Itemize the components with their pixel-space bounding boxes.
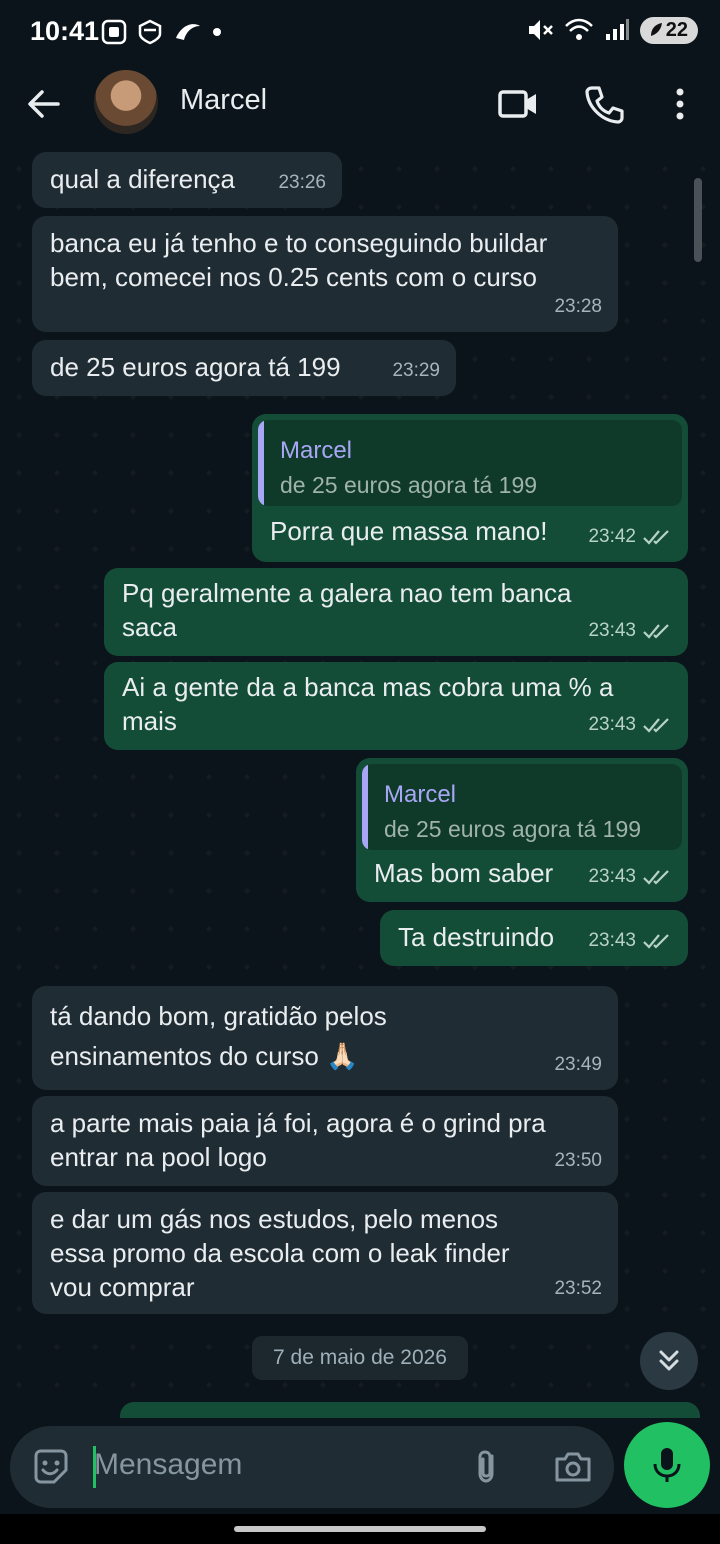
read-ticks-icon [643, 870, 669, 885]
message-time: 23:43 [588, 866, 636, 887]
chat-scrollbar[interactable] [694, 178, 702, 262]
quoted-text: de 25 euros agora tá 199 [280, 472, 538, 498]
moon-app-icon [176, 24, 200, 40]
home-gesture-handle[interactable] [234, 1526, 486, 1532]
video-call-icon[interactable] [496, 82, 540, 126]
message-outgoing-partial[interactable] [120, 1402, 700, 1418]
sticker-icon[interactable] [30, 1446, 72, 1488]
quoted-message[interactable]: Marcel de 25 euros agora tá 199 [362, 764, 682, 850]
message-placeholder: Mensagem [94, 1448, 243, 1481]
message-incoming[interactable]: qual a diferença 23:26 [32, 152, 342, 208]
message-time: 23:43 [588, 930, 636, 951]
quoted-author: Marcel [384, 781, 457, 808]
date-divider: 7 de maio de 2026 [252, 1336, 468, 1380]
message-text: de 25 euros agora tá 199 [50, 352, 341, 382]
microphone-icon [653, 1448, 681, 1482]
double-chevron-down-icon [659, 1350, 679, 1371]
gesture-nav-bar [0, 1514, 720, 1544]
message-incoming[interactable]: banca eu já tenho e to conseguindo build… [32, 216, 618, 332]
back-arrow-icon[interactable] [24, 84, 64, 124]
message-incoming[interactable]: tá dando bom, gratidão pelos ensinamento… [32, 986, 618, 1090]
message-text: e dar um gás nos estudos, pelo menos ess… [50, 1204, 510, 1302]
composer-bar: Mensagem [0, 1418, 720, 1514]
message-text: a parte mais paia já foi, agora é o grin… [50, 1108, 546, 1172]
message-time: 23:29 [392, 360, 440, 381]
message-time: 23:43 [588, 620, 636, 641]
battery-saver-icon [650, 23, 662, 36]
camera-icon[interactable] [552, 1446, 594, 1488]
voice-call-icon[interactable] [582, 82, 626, 126]
voice-message-button[interactable] [624, 1422, 710, 1508]
chat-header: Marcel [0, 66, 720, 150]
more-options-icon[interactable] [658, 82, 702, 126]
message-time: 23:50 [554, 1150, 602, 1171]
message-outgoing[interactable]: Ta destruindo 23:43 [380, 910, 688, 966]
contact-name[interactable]: Marcel [180, 84, 267, 117]
quoted-text: de 25 euros agora tá 199 [384, 816, 642, 842]
battery-indicator: 22 [639, 16, 698, 44]
read-ticks-icon [643, 624, 669, 639]
status-time: 10:41 [30, 16, 100, 46]
quoted-author: Marcel [280, 437, 353, 464]
message-time: 23:42 [588, 526, 636, 547]
notification-dot-icon [213, 28, 221, 36]
message-incoming[interactable]: a parte mais paia já foi, agora é o grin… [32, 1096, 618, 1186]
message-incoming[interactable]: e dar um gás nos estudos, pelo menos ess… [32, 1192, 618, 1314]
signal-icon [605, 19, 629, 40]
message-outgoing-reply[interactable]: Marcel de 25 euros agora tá 199 Porra qu… [252, 414, 688, 562]
message-text: banca eu já tenho e to conseguindo build… [50, 228, 548, 292]
read-ticks-icon [643, 934, 669, 949]
message-time: 23:52 [554, 1278, 602, 1299]
contact-avatar[interactable] [94, 70, 158, 134]
battery-level: 22 [665, 18, 688, 41]
message-outgoing[interactable]: Ai a gente da a banca mas cobra uma % a … [104, 662, 688, 750]
message-outgoing-reply[interactable]: Marcel de 25 euros agora tá 199 Mas bom … [356, 758, 688, 902]
shield-app-icon [138, 19, 162, 45]
read-ticks-icon [643, 718, 669, 733]
screenshot-icon [101, 19, 127, 45]
message-time: 23:43 [588, 714, 636, 735]
mute-icon [528, 20, 553, 40]
message-input[interactable]: Mensagem [10, 1426, 614, 1508]
message-incoming[interactable]: de 25 euros agora tá 199 23:29 [32, 340, 456, 396]
scroll-to-bottom-button[interactable] [640, 1332, 698, 1390]
message-time: 23:49 [554, 1054, 602, 1075]
wifi-icon [564, 18, 593, 40]
message-time: 23:26 [278, 172, 326, 193]
chat-area[interactable]: qual a diferença 23:26 banca eu já tenho… [0, 150, 720, 1418]
quoted-message[interactable]: Marcel de 25 euros agora tá 199 [258, 420, 682, 506]
read-ticks-icon [643, 530, 669, 545]
message-time: 23:28 [554, 296, 602, 317]
message-outgoing[interactable]: Pq geralmente a galera nao tem banca sac… [104, 568, 688, 656]
message-text: tá dando bom, gratidão pelos ensinamento… [50, 1001, 387, 1071]
attach-icon[interactable] [466, 1446, 508, 1488]
status-bar: 10:41 22 [0, 0, 720, 66]
